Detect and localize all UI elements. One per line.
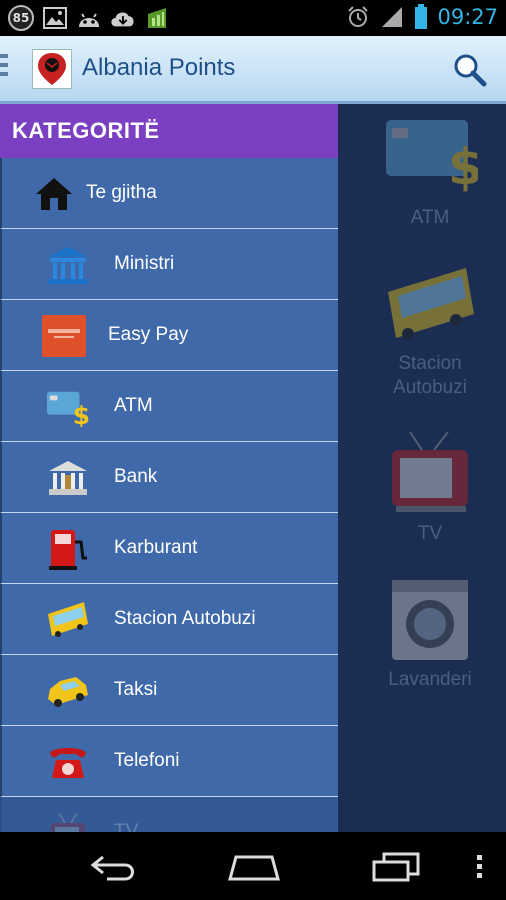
status-bar: 85 09:27 xyxy=(0,0,506,36)
drawer-item-bank[interactable]: Bank xyxy=(0,442,338,513)
cloud-download-icon xyxy=(110,5,136,31)
drawer-item-stacion-autobuzi[interactable]: Stacion Autobuzi xyxy=(0,584,338,655)
tile-label: TV xyxy=(417,523,443,544)
drawer-item-label: TV xyxy=(114,821,139,832)
bank-building-icon xyxy=(46,456,90,500)
bus-icon xyxy=(382,262,478,346)
navigation-drawer: KATEGORITË Te gjitha Ministri Easy Pay $… xyxy=(0,104,338,832)
system-nav-bar xyxy=(0,832,506,900)
category-tile-atm[interactable]: $ ATM xyxy=(370,116,490,230)
home-icon xyxy=(32,172,76,216)
svg-text:$: $ xyxy=(448,138,478,196)
screen: 85 09:27 Albania Points $ ATM Stacion Au… xyxy=(0,0,506,900)
drawer-indicator-icon[interactable] xyxy=(0,54,8,81)
washing-machine-icon xyxy=(382,578,478,662)
drawer-item-te-gjitha[interactable]: Te gjitha xyxy=(0,158,338,229)
clock: 09:27 xyxy=(437,5,498,29)
drawer-item-telefoni[interactable]: Telefoni xyxy=(0,726,338,797)
drawer-item-label: ATM xyxy=(114,395,153,416)
drawer-item-karburant[interactable]: Karburant xyxy=(0,513,338,584)
battery-icon xyxy=(413,4,429,30)
drawer-item-label: Te gjitha xyxy=(86,182,157,203)
category-tile-tv[interactable]: TV xyxy=(370,431,490,546)
drawer-item-ministri[interactable]: Ministri xyxy=(0,229,338,300)
drawer-item-label: Telefoni xyxy=(114,750,180,771)
category-tile-laundry[interactable]: Lavanderi xyxy=(370,578,490,692)
drawer-item-label: Stacion Autobuzi xyxy=(114,608,256,629)
android-icon xyxy=(76,5,102,31)
drawer-item-tv[interactable]: TV xyxy=(0,797,338,832)
drawer-item-label: Easy Pay xyxy=(108,324,189,345)
tv-icon xyxy=(46,811,90,832)
tv-icon xyxy=(382,431,478,516)
ministry-building-icon xyxy=(46,243,90,287)
search-icon[interactable] xyxy=(452,52,488,88)
fuel-pump-icon xyxy=(46,527,90,571)
notification-badge: 85 xyxy=(8,5,34,31)
drawer-item-atm[interactable]: $ ATM xyxy=(0,371,338,442)
app-title: Albania Points xyxy=(82,54,236,81)
bus-icon xyxy=(46,598,90,642)
drawer-item-label: Bank xyxy=(114,466,158,487)
drawer-header: KATEGORITË xyxy=(0,104,338,158)
easypay-logo-icon xyxy=(42,314,86,358)
svg-text:$: $ xyxy=(73,401,90,427)
atm-card-dollar-icon: $ xyxy=(382,116,483,200)
drawer-item-label: Taksi xyxy=(114,679,158,700)
back-icon[interactable] xyxy=(88,850,138,884)
market-icon xyxy=(144,5,170,31)
category-tile-bus-station[interactable]: Stacion Autobuzi xyxy=(370,262,490,400)
action-bar: Albania Points xyxy=(0,36,506,104)
tile-label: Stacion Autobuzi xyxy=(393,353,467,398)
tile-label: Lavanderi xyxy=(388,669,472,690)
drawer-item-label: Karburant xyxy=(114,537,198,558)
drawer-item-label: Ministri xyxy=(114,253,175,274)
signal-icon xyxy=(379,4,405,30)
tile-label: ATM xyxy=(410,207,450,228)
menu-dots-icon[interactable] xyxy=(472,850,488,884)
atm-card-dollar-icon: $ xyxy=(46,385,90,429)
image-icon xyxy=(42,5,68,31)
telephone-icon xyxy=(46,740,90,784)
albania-map-pin-icon[interactable] xyxy=(32,49,72,89)
recent-apps-icon[interactable] xyxy=(370,850,422,884)
drawer-item-easy-pay[interactable]: Easy Pay xyxy=(0,300,338,371)
alarm-icon xyxy=(345,4,371,30)
taxi-icon xyxy=(46,669,90,713)
home-nav-icon[interactable] xyxy=(226,850,282,884)
drawer-item-taksi[interactable]: Taksi xyxy=(0,655,338,726)
